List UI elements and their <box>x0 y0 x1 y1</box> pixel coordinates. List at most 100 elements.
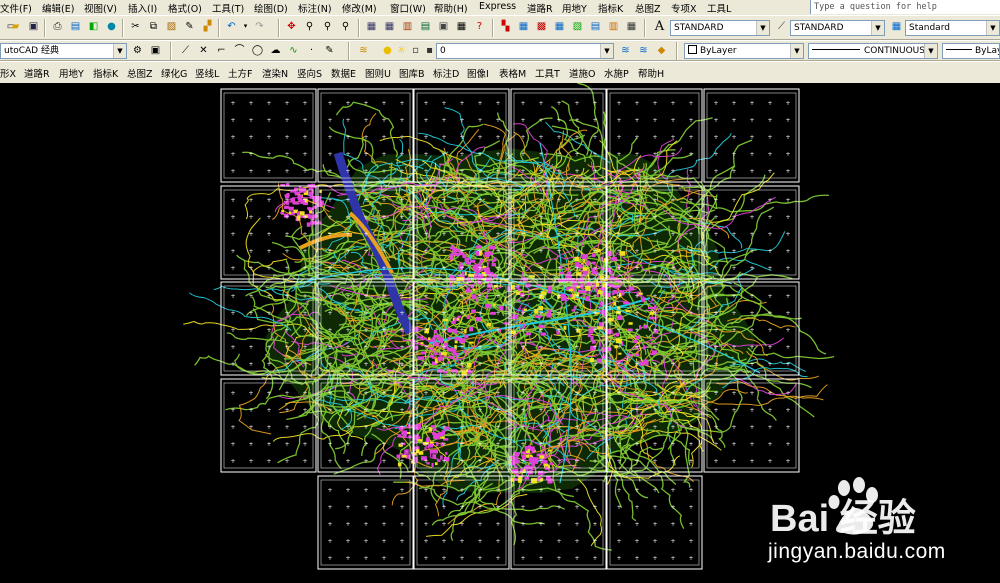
menu-file[interactable]: 文件(F) <box>0 1 32 15</box>
plugin-menu-item[interactable]: 形X <box>0 66 16 80</box>
plugin-menu-item[interactable]: 数据E <box>331 66 356 80</box>
publish-icon[interactable]: ◧ <box>86 19 101 34</box>
markup-icon[interactable]: ▣ <box>436 19 451 34</box>
copy-icon[interactable]: ⧉ <box>146 19 161 34</box>
make-current-layer-icon[interactable]: ≋ <box>618 43 633 58</box>
zoom-realtime-icon[interactable]: ⚲ <box>302 19 317 34</box>
road-tool-icon[interactable]: ▚ <box>498 19 513 34</box>
vertical-tool-icon[interactable]: ▤ <box>588 19 603 34</box>
plugin-menu-item[interactable]: 道路R <box>24 66 50 80</box>
menu-window[interactable]: 窗口(W) <box>390 1 426 15</box>
plugin-menu-item[interactable]: 竖线L <box>195 66 219 80</box>
plugin-menu-item[interactable]: 图库B <box>399 66 425 80</box>
tool-palettes-icon[interactable]: ▥ <box>400 19 415 34</box>
svg-text:+: + <box>652 310 657 317</box>
table-style-select[interactable]: Standard ▼ <box>905 20 1000 36</box>
paste-icon[interactable]: ▨ <box>164 19 179 34</box>
dim-style-select[interactable]: STANDARD ▼ <box>790 20 885 36</box>
text-style-icon[interactable]: A <box>652 19 667 34</box>
help-icon[interactable]: ? <box>472 19 487 34</box>
lineweight-select[interactable]: ByLayer <box>942 43 1000 59</box>
workspace-settings-icon[interactable]: ⚙ <box>130 43 145 58</box>
layer-previous-icon[interactable]: ≋ <box>636 43 651 58</box>
svg-text:+: + <box>230 310 235 317</box>
plugin-menu-item[interactable]: 工具T <box>535 66 560 80</box>
layer-select[interactable]: 0 ▼ <box>436 43 614 59</box>
plugin-menu-item[interactable]: 绿化G <box>161 66 187 80</box>
menu-edit[interactable]: 编辑(E) <box>42 1 74 15</box>
calculator-icon[interactable]: ▦ <box>454 19 469 34</box>
revision-cloud-icon[interactable]: ☁ <box>268 43 283 58</box>
design-center-icon[interactable]: ▦ <box>382 19 397 34</box>
menu-draw[interactable]: 绘图(D) <box>254 1 288 15</box>
plugin-menu-item[interactable]: 表格M <box>499 66 526 80</box>
pan-icon[interactable]: ✥ <box>284 19 299 34</box>
landuse-tool-icon[interactable]: ▦ <box>516 19 531 34</box>
plugin-menu-item[interactable]: 用地Y <box>59 66 84 80</box>
plugin-menu-item[interactable]: 标注D <box>433 66 459 80</box>
menu-modify[interactable]: 修改(M) <box>342 1 377 15</box>
plugin-menu-item[interactable]: 竖向S <box>297 66 322 80</box>
circle-icon[interactable]: ◯ <box>250 43 265 58</box>
dim-style-icon[interactable]: ⟋ <box>774 19 789 34</box>
plugin-menu-item[interactable]: 渲染N <box>262 66 288 80</box>
plugin-menu-item[interactable]: 土方F <box>228 66 252 80</box>
green-tool-icon[interactable]: ▧ <box>570 19 585 34</box>
redo-icon[interactable]: ↷ <box>252 19 267 34</box>
table-style-icon[interactable]: ▦ <box>889 19 904 34</box>
index-tool-icon[interactable]: ▩ <box>534 19 549 34</box>
menu-tools-l[interactable]: 工具L <box>707 1 731 15</box>
linetype-select[interactable]: CONTINUOUS ▼ <box>808 43 938 59</box>
siteplan-tool-icon[interactable]: ▦ <box>552 19 567 34</box>
menu-special[interactable]: 专项X <box>671 1 697 15</box>
color-select[interactable]: ByLayer ▼ <box>684 43 804 59</box>
open-folder-icon[interactable]: ▰ <box>8 19 23 34</box>
block-editor-icon[interactable]: ▞ <box>200 19 215 34</box>
menu-help[interactable]: 帮助(H) <box>434 1 468 15</box>
properties-icon[interactable]: ▦ <box>364 19 379 34</box>
menu-landuse[interactable]: 用地Y <box>562 1 587 15</box>
menu-tools[interactable]: 工具(T) <box>212 1 244 15</box>
zoom-previous-icon[interactable]: ⚲ <box>338 19 353 34</box>
undo-icon[interactable]: ↶ <box>224 19 239 34</box>
plugin-menu-item[interactable]: 水施P <box>604 66 629 80</box>
construction-line-icon[interactable]: ✕ <box>196 43 211 58</box>
workspace-select[interactable]: utoCAD 经典 ▼ <box>0 43 127 59</box>
menu-view[interactable]: 视图(V) <box>84 1 117 15</box>
cut-icon[interactable]: ✂ <box>128 19 143 34</box>
menu-express[interactable]: Express <box>479 1 516 12</box>
text-style-select[interactable]: STANDARD ▼ <box>670 20 770 36</box>
polyline-icon[interactable]: ⌐ <box>214 43 229 58</box>
layer-states-icon[interactable]: ◆ <box>654 43 669 58</box>
earthwork-tool-icon[interactable]: ▥ <box>606 19 621 34</box>
plugin-menu-item[interactable]: 图则U <box>365 66 391 80</box>
help-search-input[interactable]: Type a question for help <box>810 0 1000 14</box>
sheet-set-icon[interactable]: ▤ <box>418 19 433 34</box>
menu-format[interactable]: 格式(O) <box>168 1 202 15</box>
undo-dropdown-icon[interactable]: ▾ <box>238 19 253 34</box>
plugin-menu-item[interactable]: 指标K <box>93 66 118 80</box>
plugin-menu-item[interactable]: 道施O <box>569 66 595 80</box>
etransmit-icon[interactable]: ● <box>104 19 119 34</box>
line-icon[interactable]: ⟋ <box>178 43 193 58</box>
plugin-menu-item[interactable]: 总图Z <box>127 66 153 80</box>
save-workspace-icon[interactable]: ▣ <box>148 43 163 58</box>
spline-icon[interactable]: ∿ <box>286 43 301 58</box>
menu-siteplan[interactable]: 总图Z <box>635 1 661 15</box>
arc-icon[interactable]: ⌒ <box>232 43 247 58</box>
plugin-menu-item[interactable]: 图像I <box>467 66 489 80</box>
point-icon[interactable]: · <box>304 43 319 58</box>
plugin-menu-item[interactable]: 帮助H <box>638 66 664 80</box>
print-icon[interactable]: ⎙ <box>50 19 65 34</box>
match-properties-icon[interactable]: ✎ <box>182 19 197 34</box>
save-icon[interactable]: ▣ <box>26 19 41 34</box>
layer-manager-icon[interactable]: ≋ <box>356 43 371 58</box>
menu-road[interactable]: 道路R <box>527 1 553 15</box>
hatch-icon[interactable]: ✎ <box>322 43 337 58</box>
data-tool-icon[interactable]: ▦ <box>624 19 639 34</box>
menu-dimension[interactable]: 标注(N) <box>298 1 332 15</box>
plot-preview-icon[interactable]: ▤ <box>68 19 83 34</box>
menu-insert[interactable]: 插入(I) <box>128 1 157 15</box>
zoom-window-icon[interactable]: ⚲ <box>320 19 335 34</box>
menu-index[interactable]: 指标K <box>598 1 623 15</box>
